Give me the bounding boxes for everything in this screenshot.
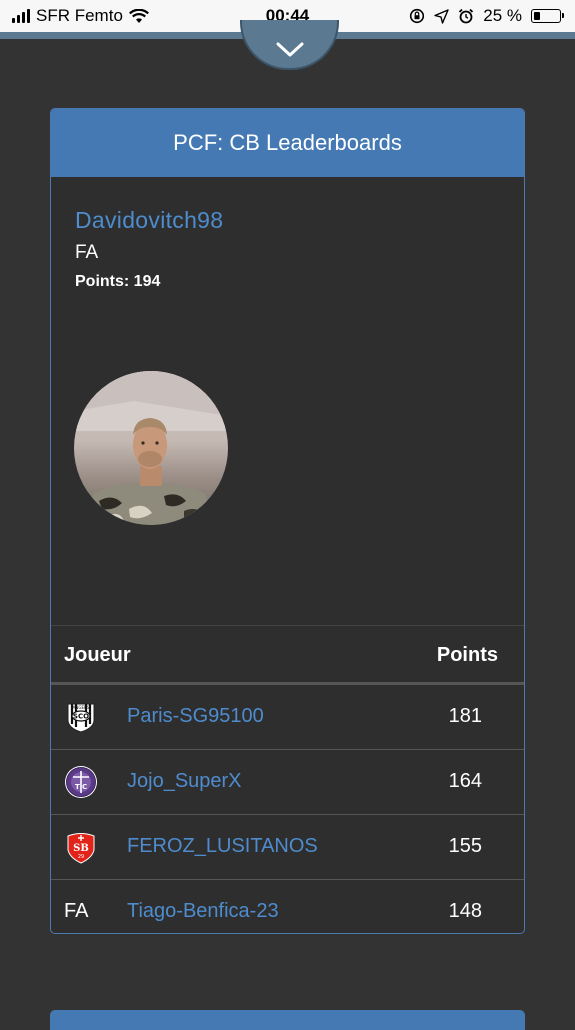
alarm-icon bbox=[459, 8, 474, 24]
status-right: 25 % bbox=[409, 6, 564, 26]
column-header-points: Points bbox=[436, 644, 498, 666]
top-player-profile: Davidovitch98 FA Points: 194 bbox=[51, 177, 524, 626]
orientation-lock-icon bbox=[410, 8, 425, 24]
top-player-name-link[interactable]: Davidovitch98 bbox=[75, 207, 223, 234]
svg-text:SB: SB bbox=[73, 843, 89, 854]
player-points: 155 bbox=[448, 835, 482, 857]
battery-fill bbox=[534, 12, 540, 20]
player-points: 181 bbox=[448, 705, 482, 727]
player-points: 148 bbox=[448, 900, 482, 922]
table-row: T C Jojo_SuperX 164 bbox=[51, 750, 524, 815]
table-row: SCO ANGERS Paris-SG95100 181 bbox=[51, 685, 524, 750]
player-points: 164 bbox=[448, 770, 482, 792]
svg-text:T: T bbox=[75, 783, 80, 791]
top-player-team: FA bbox=[75, 242, 99, 263]
leaderboard-card: PCF: CB Leaderboards Davidovitch98 FA Po… bbox=[50, 108, 525, 934]
player-name-link[interactable]: Tiago-Benfica-23 bbox=[127, 900, 279, 923]
svg-text:SCO: SCO bbox=[73, 713, 89, 721]
avatar bbox=[74, 371, 228, 525]
player-name-link[interactable]: Paris-SG95100 bbox=[127, 705, 264, 728]
player-name-link[interactable]: Jojo_SuperX bbox=[127, 770, 242, 793]
team-label: FA bbox=[64, 900, 89, 922]
avatar-portrait bbox=[74, 371, 228, 525]
location-arrow-icon bbox=[434, 8, 449, 24]
battery-percent: 25 % bbox=[483, 6, 522, 25]
toulouse-fc-badge-icon: T C bbox=[65, 766, 97, 798]
stade-brestois-badge-icon: SB 29 bbox=[67, 833, 95, 864]
svg-text:C: C bbox=[82, 783, 87, 791]
chevron-down-icon bbox=[276, 42, 304, 57]
leaderboard-table-header: Joueur Points bbox=[51, 626, 524, 685]
table-row: FA Tiago-Benfica-23 148 bbox=[51, 880, 524, 933]
battery-icon bbox=[531, 9, 564, 23]
player-name-link[interactable]: FEROZ_LUSITANOS bbox=[127, 835, 318, 858]
next-card-header bbox=[50, 1010, 525, 1030]
svg-text:29: 29 bbox=[78, 854, 84, 860]
top-player-points: Points: 194 bbox=[75, 273, 161, 290]
table-row: SB 29 FEROZ_LUSITANOS 155 bbox=[51, 815, 524, 880]
card-header: PCF: CB Leaderboards bbox=[51, 109, 524, 177]
angers-sco-badge-icon: SCO ANGERS bbox=[67, 703, 95, 733]
column-header-player: Joueur bbox=[64, 644, 131, 666]
card-title: PCF: CB Leaderboards bbox=[173, 130, 402, 155]
svg-text:ANGERS: ANGERS bbox=[73, 705, 90, 710]
collapse-tab[interactable] bbox=[240, 20, 339, 70]
